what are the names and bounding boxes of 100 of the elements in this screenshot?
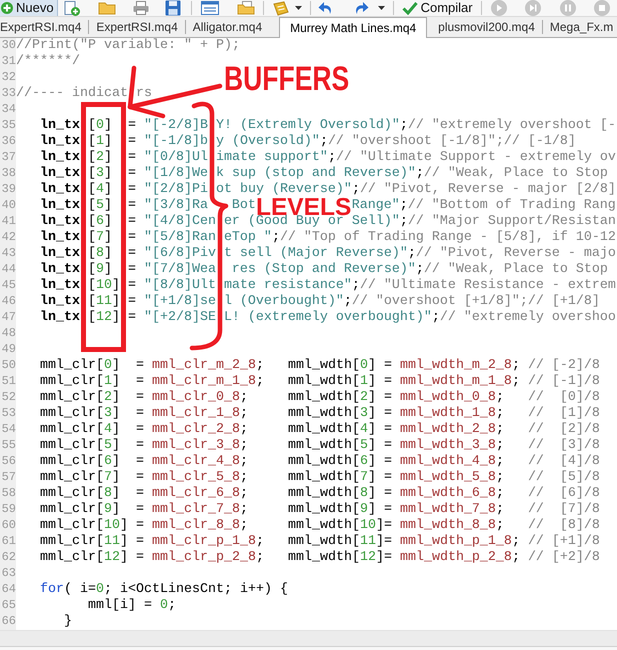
code-fragment: ln_tx — [40, 166, 80, 182]
line-number: 33 — [0, 86, 16, 102]
code-fragment: ln_tx — [40, 230, 80, 246]
new-document-icon[interactable] — [64, 0, 80, 16]
code-fragment: [10] = "[8/8]Ult — [88, 278, 216, 294]
code-area[interactable] — [16, 38, 617, 630]
line-number: 43 — [0, 246, 16, 262]
compile-button[interactable]: Compilar — [400, 0, 476, 16]
caret-icon[interactable] — [378, 6, 385, 10]
code-fragment: [11] = "[+1/8]se — [88, 294, 216, 310]
line-number: 52 — [0, 390, 16, 406]
code-fragment: //---- indicat — [16, 86, 128, 102]
code-fragment: [12] = "[+2/8]SE — [88, 310, 216, 326]
window-icon[interactable] — [200, 1, 219, 15]
code-fragment: ln_tx — [40, 182, 80, 198]
code-line: mml_clr[1] = mml_clr_m_1_8; mml_wdth[1] = mml_wdth_m_1_8; // [-1]/8 — [40, 374, 600, 390]
line-number: 44 — [0, 262, 16, 278]
code-fragment: [4] = "[2/8]Pi — [88, 182, 208, 198]
line-number: 38 — [0, 166, 16, 182]
code-fragment: [0] = "[-2/8]B — [88, 118, 208, 134]
code-fragment: ln_tx — [40, 294, 80, 310]
code-fragment: eTop ";// "Top of Trading Range - [5/8], if 10-12 — [224, 230, 616, 246]
new-button[interactable]: Nuevo — [0, 0, 58, 16]
code-fragment: [6] = "[4/8]Cen — [88, 214, 216, 230]
code-line: mml_clr[2] = mml_clr_0_8; mml_wdth[2] = mml_wdth_0_8; // [0]/8 — [40, 390, 600, 406]
line-number: 30 — [0, 38, 16, 54]
code-line: mml_clr[10] = mml_clr_8_8; mml_wdth[10]= mml_wdth_8_8; // [8]/8 — [40, 518, 600, 534]
code-fragment: ln_tx — [40, 198, 80, 214]
open-folder-icon[interactable] — [236, 1, 255, 15]
line-number: 37 — [0, 150, 16, 166]
line-number: 45 — [0, 278, 16, 294]
code-fragment: Y! (Extremly Oversold)";// "extremely overshoot [- — [216, 118, 616, 134]
line-number: 60 — [0, 518, 16, 534]
redo-icon[interactable] — [354, 1, 369, 15]
line-number: 62 — [0, 550, 16, 566]
code-fragment: [5] = "[3/8]Ra — [88, 198, 208, 214]
line-number: 56 — [0, 454, 16, 470]
line-number: 41 — [0, 214, 16, 230]
line-number: 59 — [0, 502, 16, 518]
code-line: mml_clr[4] = mml_clr_2_8; mml_wdth[4] = mml_wdth_2_8; // [2]/8 — [40, 422, 600, 438]
code-fragment: res (Stop and Reverse)";// "Weak, Place to Stop — [230, 262, 608, 278]
line-number: 47 — [0, 310, 16, 326]
callout-label: LEVELS — [256, 200, 352, 216]
code-fragment: [3] = "[1/8]We — [88, 166, 208, 182]
code-fragment: mate resistance";// "Ultimate Resistance - extrem — [224, 278, 616, 294]
file-tab[interactable]: plusmovil200.mq4 — [431, 17, 542, 37]
code-fragment: [7] = "[5/8]Ran — [88, 230, 216, 246]
caret-icon[interactable] — [294, 6, 302, 10]
printer-icon[interactable] — [132, 1, 149, 15]
code-line: mml[i] = 0; — [88, 598, 176, 614]
code-fragment: [1] = "[-1/8]b — [88, 134, 208, 150]
file-tab[interactable]: Murrey Math Lines.mq4 — [279, 17, 428, 38]
line-number: 65 — [0, 598, 16, 614]
line-number: 35 — [0, 118, 16, 134]
code-fragment: ln_tx — [40, 278, 80, 294]
line-number: 42 — [0, 230, 16, 246]
code-line: mml_clr[3] = mml_clr_1_8; mml_wdth[3] = mml_wdth_1_8; // [1]/8 — [40, 406, 600, 422]
code-fragment: ot buy (Reverse)";// "Pivot, Reverse - major [2/8] — [216, 182, 616, 198]
code-line: mml_clr[12] = mml_clr_p_2_8; mml_wdth[12]= mml_wdth_p_2_8; // [+2]/8 — [40, 550, 600, 566]
plus-icon — [1, 2, 13, 14]
line-number: 57 — [0, 470, 16, 486]
code-line: /******/ — [16, 54, 80, 70]
code-fragment: ln_tx — [40, 118, 80, 134]
notepad-icon[interactable] — [272, 0, 290, 16]
file-tab[interactable]: Mega_Fx.m — [542, 17, 617, 37]
code-fragment: ln_tx — [40, 246, 80, 262]
undo-icon[interactable] — [318, 1, 333, 15]
line-number: 32 — [0, 70, 16, 86]
line-number: 61 — [0, 534, 16, 550]
line-number: 36 — [0, 134, 16, 150]
line-number: 53 — [0, 406, 16, 422]
code-fragment: Range";// "Bottom of Trading Rang — [352, 198, 616, 214]
line-number: 54 — [0, 422, 16, 438]
line-number: 40 — [0, 198, 16, 214]
save-icon[interactable] — [164, 0, 181, 16]
code-fragment: t sell (Major Reverse)";// "Pivot, Reverse - majo — [224, 246, 616, 262]
code-fragment: ln_tx — [40, 150, 80, 166]
line-number: 31 — [0, 54, 16, 70]
code-line: mml_clr[9] = mml_clr_7_8; mml_wdth[9] = mml_wdth_7_8; // [7]/8 — [40, 502, 600, 518]
code-fragment: er (Good Buy or Sell)";// "Major Support/Resistan — [224, 214, 616, 230]
line-number: 34 — [0, 102, 16, 118]
horizontal-scrollbar[interactable] — [0, 630, 617, 646]
code-fragment: ln_tx — [40, 214, 80, 230]
callout-label: BUFFERS — [224, 62, 350, 96]
line-number: 55 — [0, 438, 16, 454]
code-fragment: ln_tx — [40, 262, 80, 278]
code-line: mml_clr[0] = mml_clr_m_2_8; mml_wdth[0] = mml_wdth_m_2_8; // [-2]/8 — [40, 358, 600, 374]
code-fragment: L! (extremely overbought)";// "extremely overshoo — [224, 310, 616, 326]
file-tab[interactable]: ExpertRSI.mq4 — [0, 17, 88, 37]
code-line: mml_clr[11] = mml_clr_p_1_8; mml_wdth[11]= mml_wdth_p_1_8; // [+1]/8 — [40, 534, 600, 550]
code-fragment: [8] = "[6/8]Piv — [88, 246, 216, 262]
file-tab[interactable]: ExpertRSI.mq4 — [89, 17, 185, 37]
code-fragment: k sup (stop and Reverse)";// "Weak, Place to Stop — [216, 166, 608, 182]
line-number: 49 — [0, 342, 16, 358]
file-tab[interactable]: Alligator.mq4 — [186, 17, 270, 37]
line-number: 48 — [0, 326, 16, 342]
check-icon — [402, 1, 418, 15]
line-number: 51 — [0, 374, 16, 390]
line-number: 66 — [0, 614, 16, 630]
line-number: 46 — [0, 294, 16, 310]
